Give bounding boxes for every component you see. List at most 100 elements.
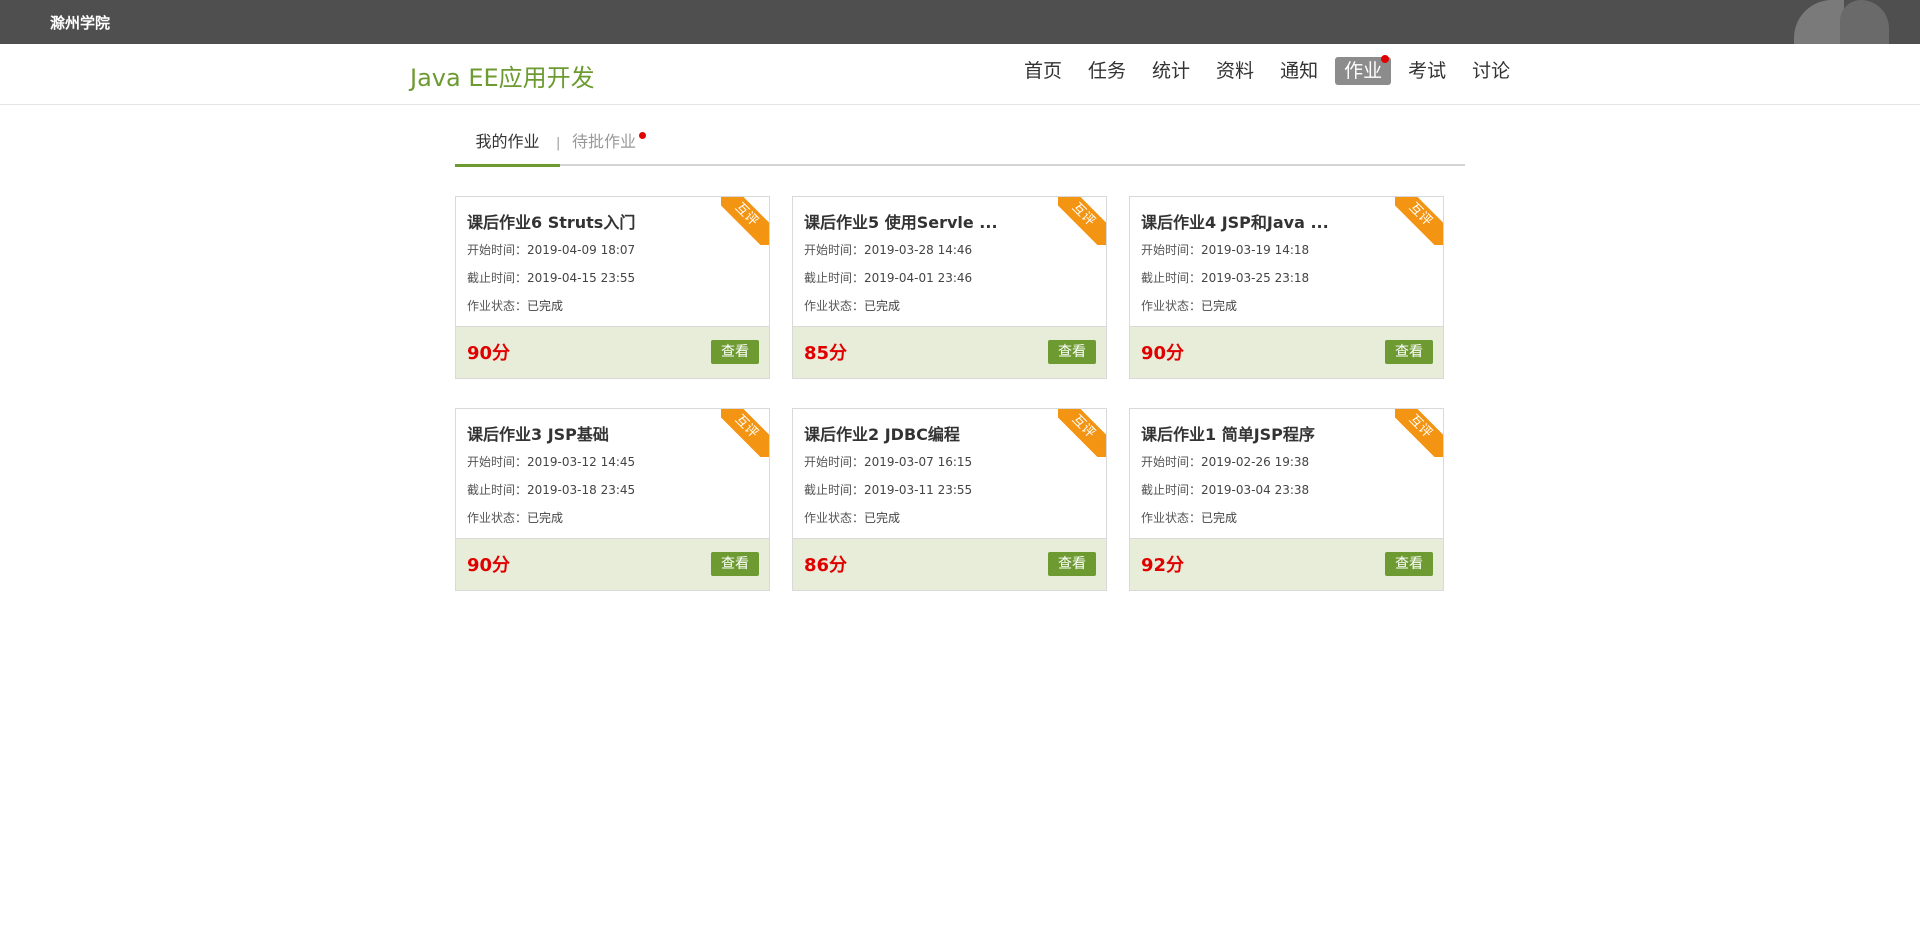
assignment-title[interactable]: 课后作业2 JDBC编程 — [804, 421, 960, 445]
avatar-shape-right — [1840, 0, 1889, 44]
assignment-title[interactable]: 课后作业3 JSP基础 — [467, 421, 609, 445]
start-time-label: 开始时间： — [804, 243, 865, 257]
assignment-card[interactable]: 课后作业6 Struts入门 开始时间：2019-04-09 18:07 截止时… — [455, 196, 770, 379]
nav-item-discussion[interactable]: 讨论 — [1463, 57, 1519, 85]
tab-my-homework[interactable]: 我的作业 — [455, 124, 560, 167]
start-time-label: 开始时间： — [1141, 455, 1202, 469]
avatar-shape-left — [1794, 0, 1844, 44]
ribbon-label: 互评 — [1058, 409, 1106, 457]
nav-item-materials[interactable]: 资料 — [1207, 57, 1263, 85]
end-time: 截止时间：2019-03-18 23:45 — [467, 481, 635, 498]
peer-review-ribbon: 互评 — [721, 409, 769, 457]
tab-pending-review[interactable]: 待批作业 — [572, 124, 647, 166]
peer-review-ribbon: 互评 — [1395, 197, 1443, 245]
ribbon-label: 互评 — [1395, 197, 1443, 245]
start-time-value: 2019-03-07 16:15 — [864, 455, 973, 469]
nav-item-homework[interactable]: 作业 — [1335, 55, 1392, 85]
end-time-value: 2019-04-15 23:55 — [527, 271, 636, 285]
nav-item-label: 通知 — [1280, 60, 1319, 82]
nav-item-exams[interactable]: 考试 — [1399, 57, 1455, 85]
status-label: 作业状态： — [1141, 511, 1202, 525]
nav-item-label: 资料 — [1216, 60, 1255, 82]
nav-item-tasks[interactable]: 任务 — [1079, 57, 1135, 85]
score: 92分 — [1141, 555, 1185, 576]
end-time-value: 2019-03-18 23:45 — [527, 483, 636, 497]
start-time: 开始时间：2019-02-26 19:38 — [1141, 453, 1309, 470]
peer-review-ribbon: 互评 — [721, 197, 769, 245]
status-label: 作业状态： — [804, 299, 865, 313]
notification-dot — [639, 132, 647, 139]
course-nav: 首页 任务 统计 资料 通知 作业 考试 讨论 — [1015, 55, 1527, 85]
assignment-title[interactable]: 课后作业4 JSP和Java ... — [1141, 209, 1329, 233]
course-title[interactable]: Java EE应用开发 — [410, 58, 595, 93]
view-button[interactable]: 查看 — [1048, 552, 1096, 576]
assignment-title[interactable]: 课后作业5 使用Servle ... — [804, 209, 998, 233]
status-value: 已完成 — [1201, 299, 1238, 313]
end-time-value: 2019-03-25 23:18 — [1201, 271, 1310, 285]
start-time-value: 2019-03-28 14:46 — [864, 243, 973, 257]
tab-label: 我的作业 — [475, 132, 540, 151]
score: 90分 — [1141, 343, 1185, 364]
school-name[interactable]: 滁州学院 — [50, 12, 110, 33]
end-time-value: 2019-03-11 23:55 — [864, 483, 973, 497]
status-label: 作业状态： — [1141, 299, 1202, 313]
status: 作业状态：已完成 — [467, 509, 563, 526]
nav-item-notices[interactable]: 通知 — [1271, 57, 1327, 85]
status-label: 作业状态： — [467, 511, 528, 525]
end-time-label: 截止时间： — [1141, 271, 1202, 285]
score: 90分 — [467, 343, 511, 364]
status: 作业状态：已完成 — [1141, 509, 1237, 526]
start-time: 开始时间：2019-03-28 14:46 — [804, 241, 972, 258]
assignment-card[interactable]: 课后作业1 简单JSP程序 开始时间：2019-02-26 19:38 截止时间… — [1129, 408, 1444, 591]
ribbon-label: 互评 — [721, 197, 769, 245]
start-time: 开始时间：2019-03-19 14:18 — [1141, 241, 1309, 258]
end-time: 截止时间：2019-04-01 23:46 — [804, 269, 972, 286]
status-label: 作业状态： — [804, 511, 865, 525]
homework-tabs: 我的作业 | 待批作业 — [455, 124, 1465, 167]
assignment-card[interactable]: 课后作业3 JSP基础 开始时间：2019-03-12 14:45 截止时间：2… — [455, 408, 770, 591]
view-button[interactable]: 查看 — [711, 340, 759, 364]
card-footer: 86分 查看 — [793, 538, 1106, 590]
ribbon-label: 互评 — [1058, 197, 1106, 245]
status: 作业状态：已完成 — [804, 297, 900, 314]
tab-label: 待批作业 — [572, 132, 637, 151]
nav-item-label: 作业 — [1344, 60, 1383, 82]
start-time-label: 开始时间： — [1141, 243, 1202, 257]
card-footer: 90分 查看 — [456, 326, 769, 378]
assignment-card[interactable]: 课后作业5 使用Servle ... 开始时间：2019-03-28 14:46… — [792, 196, 1107, 379]
ribbon-label: 互评 — [721, 409, 769, 457]
end-time-label: 截止时间： — [804, 483, 865, 497]
assignment-card[interactable]: 课后作业2 JDBC编程 开始时间：2019-03-07 16:15 截止时间：… — [792, 408, 1107, 591]
nav-item-stats[interactable]: 统计 — [1143, 57, 1199, 85]
status: 作业状态：已完成 — [467, 297, 563, 314]
user-avatar[interactable] — [1794, 0, 1889, 44]
assignment-title[interactable]: 课后作业6 Struts入门 — [467, 209, 635, 233]
view-button[interactable]: 查看 — [1385, 552, 1433, 576]
status-label: 作业状态： — [467, 299, 528, 313]
card-footer: 90分 查看 — [1130, 326, 1443, 378]
end-time-label: 截止时间： — [804, 271, 865, 285]
nav-item-home[interactable]: 首页 — [1015, 57, 1071, 85]
notification-dot — [1381, 55, 1390, 63]
nav-item-label: 任务 — [1088, 60, 1127, 82]
end-time: 截止时间：2019-03-04 23:38 — [1141, 481, 1309, 498]
start-time-label: 开始时间： — [804, 455, 865, 469]
view-button[interactable]: 查看 — [711, 552, 759, 576]
view-button[interactable]: 查看 — [1385, 340, 1433, 364]
status: 作业状态：已完成 — [1141, 297, 1237, 314]
nav-item-label: 首页 — [1024, 60, 1063, 82]
top-bar: 滁州学院 — [0, 0, 1920, 44]
status-value: 已完成 — [527, 511, 564, 525]
ribbon-label: 互评 — [1395, 409, 1443, 457]
end-time: 截止时间：2019-03-25 23:18 — [1141, 269, 1309, 286]
nav-item-label: 讨论 — [1472, 60, 1511, 82]
end-time: 截止时间：2019-04-15 23:55 — [467, 269, 635, 286]
assignment-title[interactable]: 课后作业1 简单JSP程序 — [1141, 421, 1315, 445]
start-time: 开始时间：2019-03-12 14:45 — [467, 453, 635, 470]
peer-review-ribbon: 互评 — [1058, 409, 1106, 457]
start-time-label: 开始时间： — [467, 243, 528, 257]
status-value: 已完成 — [1201, 511, 1238, 525]
course-header: Java EE应用开发 首页 任务 统计 资料 通知 作业 考试 讨论 — [0, 44, 1920, 105]
view-button[interactable]: 查看 — [1048, 340, 1096, 364]
assignment-card[interactable]: 课后作业4 JSP和Java ... 开始时间：2019-03-19 14:18… — [1129, 196, 1444, 379]
